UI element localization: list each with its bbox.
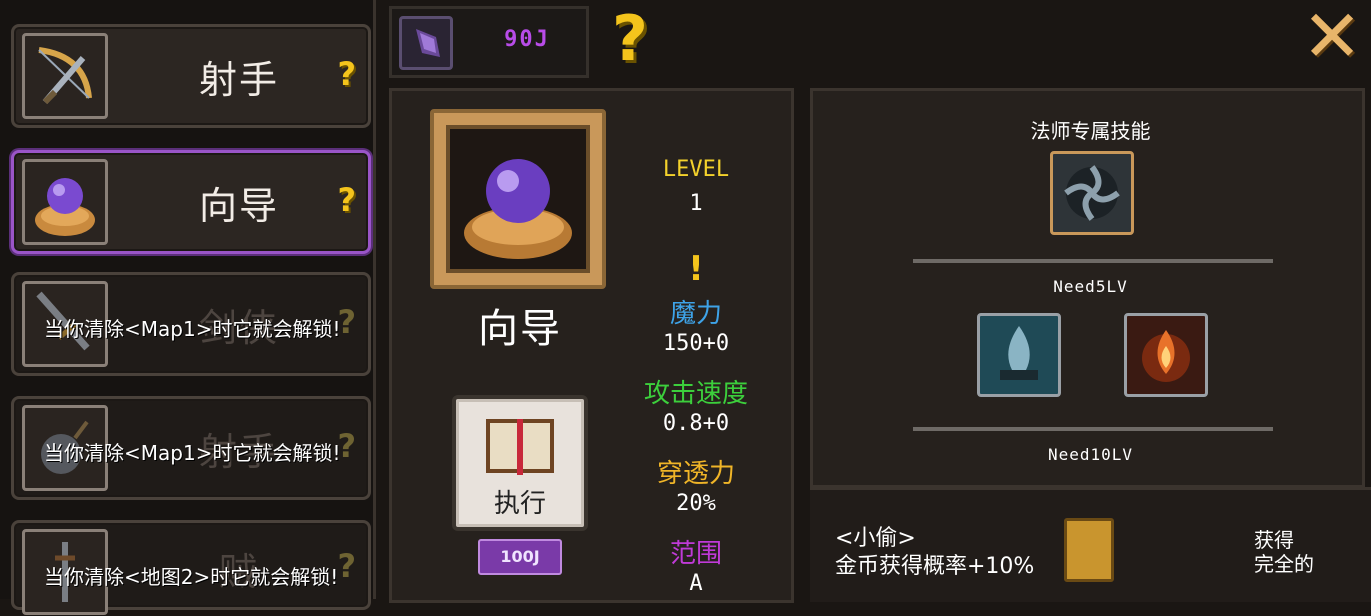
skill-slot-tier2-right[interactable] bbox=[1124, 313, 1208, 397]
class-name: 射手 bbox=[198, 58, 279, 102]
class-card-swordsman[interactable]: 剑侠 ? 当你清除<Map1>时它就会解锁! bbox=[11, 272, 371, 376]
stat-label-range: 范围 bbox=[669, 539, 722, 569]
class-card-bomber[interactable]: 射手 ? 当你清除<Map1>时它就会解锁! bbox=[11, 396, 371, 500]
alert-icon: ! bbox=[688, 249, 704, 289]
question-mark-icon[interactable]: ? bbox=[612, 2, 648, 75]
gem-icon bbox=[399, 16, 453, 70]
close-icon[interactable]: ✕ bbox=[1298, 0, 1366, 72]
class-title: 向导 bbox=[478, 306, 562, 352]
skill-slot-tier1[interactable] bbox=[1050, 151, 1134, 235]
stat-value-attack-speed: 0.8+0 bbox=[662, 411, 730, 436]
class-card-wizard[interactable]: 向导 ? bbox=[11, 150, 371, 254]
orb-icon bbox=[22, 159, 108, 245]
unlock-hint: 当你清除<Map1>时它就会解锁! bbox=[44, 317, 341, 341]
scroll-icon bbox=[1064, 518, 1114, 582]
unlock-hint: 当你清除<Map1>时它就会解锁! bbox=[44, 441, 341, 465]
stat-label-attack-speed: 攻击速度 bbox=[643, 379, 748, 409]
skill-slot-tier2-left[interactable] bbox=[977, 313, 1061, 397]
ice-spirit-icon bbox=[1000, 326, 1038, 380]
question-mark-icon[interactable]: ? bbox=[337, 181, 356, 219]
question-mark-icon[interactable]: ? bbox=[337, 55, 356, 93]
class-card-archer[interactable]: 射手 ? bbox=[11, 24, 371, 128]
class-name: 向导 bbox=[198, 184, 279, 228]
class-bonus-bar: <小偷> 金币获得概率+10% 获得 完全的 bbox=[810, 487, 1371, 602]
stat-value-magic: 150+0 bbox=[662, 331, 730, 356]
question-mark-icon[interactable]: ? bbox=[337, 547, 356, 585]
level-label: LEVEL bbox=[662, 157, 730, 182]
skill-tree-panel: 法师专属技能 Need5LV Need10LV bbox=[810, 88, 1365, 488]
fire-icon bbox=[1142, 330, 1190, 382]
skill-connector bbox=[913, 427, 1273, 431]
currency-display: 90J bbox=[389, 6, 589, 78]
obtain-status-detail: 完全的 bbox=[1254, 552, 1314, 576]
crossbow-icon bbox=[22, 33, 108, 119]
book-icon bbox=[484, 415, 556, 481]
class-list-panel: 射手 ? 向导 ? 剑侠 ? 当你清除<Map1>时它就会解锁! 射手 ? 当你… bbox=[0, 0, 376, 615]
level-value: 1 bbox=[689, 191, 703, 216]
execute-button[interactable]: 执行 bbox=[452, 395, 588, 531]
execute-label: 执行 bbox=[493, 489, 546, 519]
currency-value: 90J bbox=[504, 27, 550, 52]
class-detail-panel: 向导 LEVEL 1 ! 魔力 150+0 攻击速度 0.8+0 穿透力 20%… bbox=[389, 88, 794, 603]
portrait-frame bbox=[430, 109, 606, 289]
skill-connector bbox=[913, 259, 1273, 263]
unlock-hint: 当你清除<地图2>时它就会解锁! bbox=[44, 565, 339, 589]
cost-badge: 100J bbox=[478, 539, 562, 575]
stat-value-penetration: 20% bbox=[676, 491, 716, 516]
need-level-label: Need10LV bbox=[1047, 445, 1134, 464]
class-card-thief[interactable]: 贼 ? 当你清除<地图2>时它就会解锁! bbox=[11, 520, 371, 615]
stat-label-magic: 魔力 bbox=[669, 299, 722, 329]
stat-label-penetration: 穿透力 bbox=[656, 459, 735, 489]
stat-value-range: A bbox=[689, 571, 703, 596]
bonus-description: 金币获得概率+10% bbox=[835, 554, 1035, 579]
need-level-label: Need5LV bbox=[1053, 277, 1128, 296]
skill-tree-title: 法师专属技能 bbox=[1030, 119, 1151, 143]
orb-icon bbox=[446, 125, 590, 273]
vortex-icon bbox=[1064, 165, 1120, 221]
